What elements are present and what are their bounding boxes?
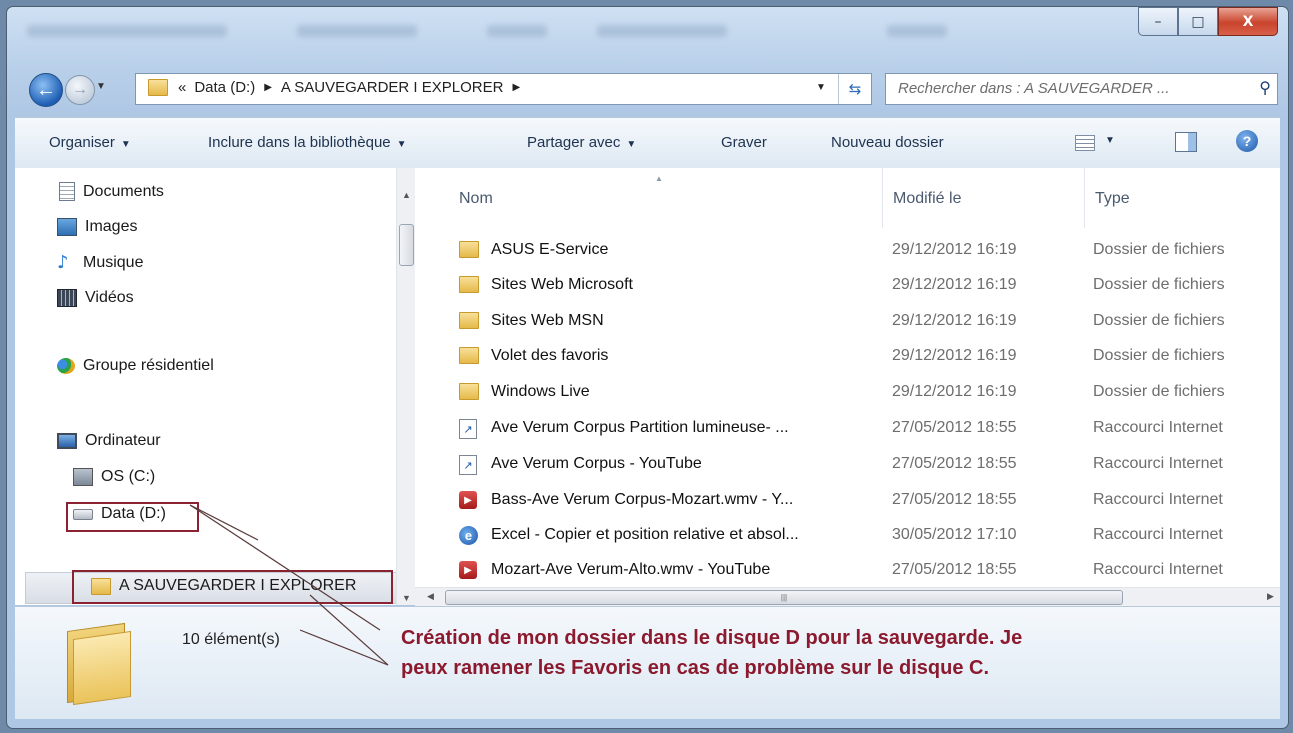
breadcrumb-prefix[interactable]: « <box>178 79 186 96</box>
navigation-bar: ← → ▼ « Data (D:) ▶ A SAUVEGARDER I EXPL… <box>25 71 1278 107</box>
sidebar-item-images[interactable]: Images <box>57 218 137 236</box>
scroll-left-icon[interactable]: ◀ <box>427 591 434 602</box>
column-divider[interactable] <box>1084 168 1085 228</box>
forward-button[interactable]: → <box>65 75 95 105</box>
sidebar-item-computer[interactable]: Ordinateur <box>57 432 161 450</box>
column-divider[interactable] <box>882 168 883 228</box>
youtube-shortcut-icon: ▶ <box>459 491 477 509</box>
breadcrumb-data-drive[interactable]: Data (D:) <box>194 79 255 96</box>
burn-button[interactable]: Graver <box>721 134 767 151</box>
address-history-dropdown[interactable]: ▼ <box>816 82 826 93</box>
search-box[interactable]: Rechercher dans : A SAUVEGARDER ... ⚲ <box>885 73 1278 105</box>
youtube-shortcut-icon: ▶ <box>459 561 477 579</box>
breadcrumb-current-folder[interactable]: A SAUVEGARDER I EXPLORER <box>281 79 504 96</box>
list-item[interactable]: Sites Web MSN 29/12/2012 16:19 Dossier d… <box>415 304 1280 340</box>
data-drive-highlight-box <box>66 502 199 532</box>
list-item[interactable]: ▶ Mozart-Ave Verum-Alto.wmv - YouTube 27… <box>415 553 1280 589</box>
preview-pane-icon[interactable] <box>1175 132 1197 152</box>
os-drive-icon <box>73 468 93 486</box>
share-with-button[interactable]: Partager avec ▼ <box>527 134 636 151</box>
minimize-button[interactable]: – <box>1138 7 1178 36</box>
content-area: Documents Images ♪ Musique Vidéos Groupe… <box>15 168 1280 606</box>
close-button[interactable]: X <box>1218 7 1278 36</box>
window-controls: – □ X <box>1138 7 1278 36</box>
file-list: ▲ Nom Modifié le Type ASUS E-Service 29/… <box>415 168 1280 606</box>
scroll-right-icon[interactable]: ▶ <box>1267 591 1274 602</box>
item-count: 10 élément(s) <box>182 631 280 648</box>
document-icon <box>59 182 75 201</box>
scroll-thumb[interactable] <box>399 224 414 266</box>
sidebar-item-homegroup[interactable]: Groupe résidentiel <box>57 357 214 375</box>
list-item[interactable]: Windows Live 29/12/2012 16:19 Dossier de… <box>415 375 1280 411</box>
scroll-down-icon[interactable]: ▼ <box>402 593 411 603</box>
folder-icon <box>459 383 479 400</box>
command-bar: Organiser ▼ Inclure dans la bibliothèque ▼… <box>15 117 1280 169</box>
include-in-library-button[interactable]: Inclure dans la bibliothèque ▼ <box>208 134 407 151</box>
sort-ascending-icon: ▲ <box>655 174 663 183</box>
new-folder-button[interactable]: Nouveau dossier <box>831 134 944 151</box>
folder-icon <box>459 312 479 329</box>
folder-icon <box>459 241 479 258</box>
annotation-line-1: Création de mon dossier dans le disque D… <box>401 627 1023 649</box>
videos-icon <box>57 289 77 307</box>
folder-icon <box>459 276 479 293</box>
navigation-pane: Documents Images ♪ Musique Vidéos Groupe… <box>15 168 415 605</box>
folder-highlight-box <box>72 570 393 604</box>
music-icon: ♪ <box>57 252 69 273</box>
scroll-up-icon[interactable]: ▲ <box>402 190 411 200</box>
annotation-text: Création de mon dossier dans le disque D… <box>401 623 1281 683</box>
breadcrumb-separator-icon[interactable]: ▶ <box>512 82 520 93</box>
breadcrumb-separator-icon[interactable]: ▶ <box>264 82 272 93</box>
list-item[interactable]: Sites Web Microsoft 29/12/2012 16:19 Dos… <box>415 268 1280 304</box>
organize-button[interactable]: Organiser ▼ <box>49 134 131 151</box>
folder-icon <box>148 79 168 96</box>
breadcrumb: « Data (D:) ▶ A SAUVEGARDER I EXPLORER ▶ <box>148 79 529 96</box>
homegroup-icon <box>57 358 75 374</box>
internet-shortcut-icon: ↗ <box>459 455 477 475</box>
list-item[interactable]: e Excel - Copier et position relative et… <box>415 518 1280 554</box>
column-header-type[interactable]: Type <box>1095 190 1130 208</box>
search-icon[interactable]: ⚲ <box>1259 78 1271 97</box>
view-options-icon[interactable] <box>1075 135 1095 151</box>
navigation-scrollbar[interactable]: ▲ ▼ <box>396 168 415 605</box>
back-button[interactable]: ← <box>29 73 63 107</box>
list-item[interactable]: ↗ Ave Verum Corpus - YouTube 27/05/2012 … <box>415 447 1280 483</box>
images-icon <box>57 218 77 236</box>
list-item[interactable]: ASUS E-Service 29/12/2012 16:19 Dossier … <box>415 233 1280 269</box>
ie-shortcut-icon: e <box>459 526 478 545</box>
list-item[interactable]: ▶ Bass-Ave Verum Corpus-Mozart.wmv - Y..… <box>415 483 1280 519</box>
folder-icon <box>459 347 479 364</box>
redacted-patch <box>93 538 391 564</box>
list-item[interactable]: Volet des favoris 29/12/2012 16:19 Dossi… <box>415 339 1280 375</box>
details-pane: 10 élément(s) Création de mon dossier da… <box>15 606 1280 719</box>
blurred-ribbon <box>7 15 1007 55</box>
recent-pages-dropdown[interactable]: ▼ <box>96 81 106 92</box>
view-dropdown-icon[interactable]: ▼ <box>1105 135 1115 146</box>
refresh-icon[interactable]: ⇆ <box>838 74 871 104</box>
sidebar-item-videos[interactable]: Vidéos <box>57 289 134 307</box>
internet-shortcut-icon: ↗ <box>459 419 477 439</box>
column-header-modified[interactable]: Modifié le <box>893 190 961 208</box>
maximize-button[interactable]: □ <box>1178 7 1218 36</box>
help-icon[interactable]: ? <box>1236 130 1258 152</box>
sidebar-item-music[interactable]: ♪ Musique <box>57 254 143 272</box>
horizontal-scrollbar[interactable]: ◀ ||| ▶ <box>415 587 1280 606</box>
computer-icon <box>57 433 77 449</box>
address-bar[interactable]: « Data (D:) ▶ A SAUVEGARDER I EXPLORER ▶… <box>135 73 872 105</box>
list-item[interactable]: ↗ Ave Verum Corpus Partition lumineuse- … <box>415 411 1280 447</box>
column-header-name[interactable]: Nom <box>459 190 493 208</box>
sidebar-item-os-c[interactable]: OS (C:) <box>73 468 155 486</box>
annotation-line-2: peux ramener les Favoris en cas de probl… <box>401 657 990 679</box>
sidebar-item-documents[interactable]: Documents <box>59 182 164 201</box>
scroll-thumb[interactable]: ||| <box>445 590 1123 605</box>
search-input[interactable]: Rechercher dans : A SAUVEGARDER ... <box>898 80 1170 97</box>
large-folder-icon <box>63 621 133 706</box>
explorer-window: – □ X ← → ▼ « Data (D:) ▶ A SAUVEGARDER … <box>6 6 1289 729</box>
